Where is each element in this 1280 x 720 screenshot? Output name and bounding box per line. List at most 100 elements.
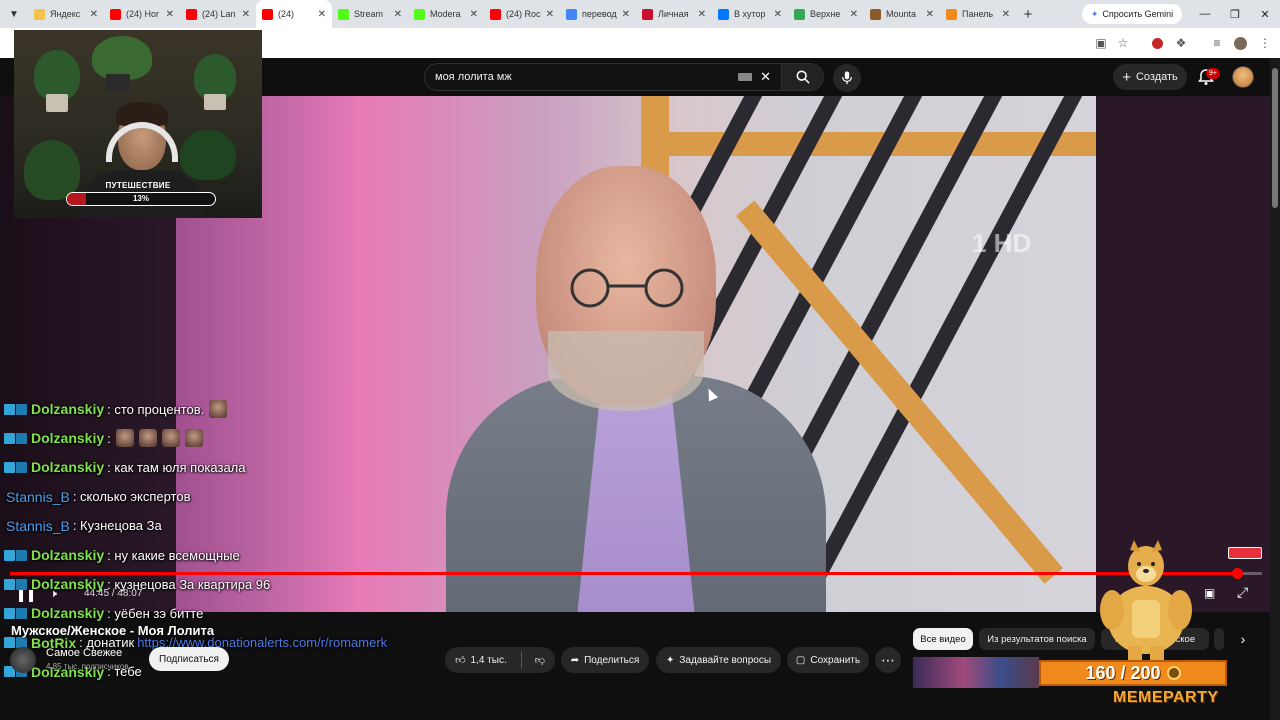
chat-badge-icon xyxy=(16,403,27,415)
channel-avatar[interactable] xyxy=(10,647,36,673)
share-button[interactable]: ➦ Поделиться xyxy=(561,647,649,673)
chat-message: Stannis_B: Кузнецова За xyxy=(4,515,162,537)
profile-avatar[interactable] xyxy=(1231,34,1249,52)
browser-tab[interactable]: Верхне ✕ xyxy=(788,0,864,28)
close-window-icon[interactable]: ✕ xyxy=(1250,0,1280,28)
tab-close-icon[interactable]: ✕ xyxy=(622,9,630,20)
chat-username[interactable]: Stannis_B xyxy=(6,518,70,534)
video-progress-bar[interactable] xyxy=(10,568,1262,579)
chat-username[interactable]: Dolzanskiy xyxy=(31,547,104,563)
ask-label: Задавайте вопросы xyxy=(679,654,772,666)
tab-close-icon[interactable]: ✕ xyxy=(546,9,554,20)
tab-title: Stream xyxy=(354,9,384,19)
browser-tab[interactable]: (24) ✕ xyxy=(256,0,332,28)
tab-close-icon[interactable]: ✕ xyxy=(698,9,706,20)
scrollbar-thumb[interactable] xyxy=(1272,68,1278,208)
tab-close-icon[interactable]: ✕ xyxy=(470,9,478,20)
tab-close-icon[interactable]: ✕ xyxy=(394,9,402,20)
ask-questions-button[interactable]: ✦ Задавайте вопросы xyxy=(656,647,781,673)
recommended-thumbnail[interactable] xyxy=(913,657,1039,688)
fullscreen-icon[interactable]: ⤢ xyxy=(1237,584,1248,601)
tab-close-icon[interactable]: ✕ xyxy=(926,9,934,20)
tab-close-icon[interactable]: ✕ xyxy=(242,9,250,20)
search-button[interactable] xyxy=(781,64,823,90)
subscribe-button[interactable]: Подписаться xyxy=(149,647,229,671)
tab-title: (24) Hor xyxy=(126,9,160,19)
chat-text: : сто процентов. xyxy=(107,401,205,417)
volume-icon[interactable]: 🕨 xyxy=(50,588,57,601)
extension-icon[interactable] xyxy=(1148,34,1166,52)
chip-search-results[interactable]: Из результатов поиска xyxy=(979,628,1095,650)
browser-tab[interactable]: В хутор ✕ xyxy=(712,0,788,28)
chip-scroll-right-icon[interactable]: › xyxy=(1232,628,1254,650)
tab-favicon-icon xyxy=(490,8,501,20)
tab-favicon-icon xyxy=(414,8,425,20)
tab-list: Яндекс ✕ (24) Hor ✕ (24) Lan ✕ (24) ✕ Stream ✕ Mod… xyxy=(28,0,1016,28)
tab-close-icon[interactable]: ✕ xyxy=(318,9,326,20)
clear-search-icon[interactable]: ✕ xyxy=(760,69,771,85)
chat-username[interactable]: Dolzanskiy xyxy=(31,459,104,475)
more-actions-button[interactable]: ⋯ xyxy=(875,647,901,673)
new-tab-button[interactable]: + xyxy=(1016,6,1040,23)
chat-message: Dolzanskiy: как там юля показала xyxy=(4,456,246,478)
chat-username[interactable]: Dolzanskiy xyxy=(31,401,104,417)
minimize-icon[interactable]: — xyxy=(1190,0,1220,28)
search-input[interactable] xyxy=(425,71,739,83)
chat-username[interactable]: Dolzanskiy xyxy=(31,605,104,621)
chip-all-videos[interactable]: Все видео xyxy=(913,628,973,650)
tab-close-icon[interactable]: ✕ xyxy=(166,9,174,20)
tab-close-icon[interactable]: ✕ xyxy=(850,9,858,20)
tab-favicon-icon xyxy=(338,8,349,20)
tab-favicon-icon xyxy=(110,8,121,20)
bookmark-star-icon[interactable]: ☆ xyxy=(1114,34,1132,52)
subtitles-icon[interactable]: ▣ xyxy=(1204,586,1215,600)
create-button[interactable]: + Создать xyxy=(1113,64,1187,90)
chat-message: Dolzanskiy: xyxy=(4,427,203,449)
tab-close-icon[interactable]: ✕ xyxy=(774,9,782,20)
browser-tab[interactable]: Modera ✕ xyxy=(408,0,484,28)
tab-title: В хутор xyxy=(734,9,766,19)
voice-search-button[interactable] xyxy=(833,64,861,92)
chat-username[interactable]: Stannis_B xyxy=(6,489,70,505)
ask-gemini-button[interactable]: ✦ Спросить Gemini xyxy=(1082,4,1182,24)
maximize-icon[interactable]: ❐ xyxy=(1220,0,1250,28)
plant xyxy=(34,50,80,100)
create-label: Создать xyxy=(1135,71,1178,83)
browser-menu-icon[interactable]: ⋮ xyxy=(1256,34,1274,52)
tab-search-chevron-icon[interactable]: ▼ xyxy=(0,0,28,28)
chip-overflow[interactable] xyxy=(1214,628,1224,650)
tab-close-icon[interactable]: ✕ xyxy=(1002,9,1010,20)
tab-close-icon[interactable]: ✕ xyxy=(90,9,98,20)
keyboard-icon[interactable] xyxy=(738,73,753,81)
save-label: Сохранить xyxy=(810,654,861,666)
browser-tab[interactable]: Mounta ✕ xyxy=(864,0,940,28)
dislike-button[interactable]: 👎︎ xyxy=(527,654,545,666)
browser-tab[interactable]: Панель ✕ xyxy=(940,0,1016,28)
browser-tab[interactable]: перевод ✕ xyxy=(560,0,636,28)
video-scrubber-handle[interactable] xyxy=(1231,568,1243,579)
chat-badge-icon xyxy=(4,637,15,649)
chat-username[interactable]: Dolzanskiy xyxy=(31,430,104,446)
browser-tab[interactable]: Личная ✕ xyxy=(636,0,712,28)
browser-tab[interactable]: Яндекс ✕ xyxy=(28,0,104,28)
like-button[interactable]: 👍︎ 1,4 тыс. xyxy=(455,651,522,669)
browser-tab[interactable]: (24) Hor ✕ xyxy=(104,0,180,28)
browser-tab[interactable]: (24) Roc ✕ xyxy=(484,0,560,28)
tab-favicon-icon xyxy=(34,8,45,20)
save-button[interactable]: ▢ Сохранить xyxy=(787,647,869,673)
like-dislike-group: 👍︎ 1,4 тыс. 👎︎ xyxy=(445,647,555,673)
memeparty-counter: 160 / 200 xyxy=(1039,660,1227,686)
tv-channel-badge xyxy=(1228,547,1262,559)
channel-name[interactable]: Самое Свежее xyxy=(46,647,122,659)
chat-badge-icon xyxy=(4,549,15,561)
extensions-puzzle-icon[interactable]: ❖ xyxy=(1172,34,1190,52)
tab-favicon-icon xyxy=(946,8,957,20)
pause-icon[interactable]: ❚❚ xyxy=(16,588,36,602)
page-scrollbar[interactable] xyxy=(1270,58,1280,720)
streamer-webcam: ПУТЕШЕСТВИЕ 13% xyxy=(14,30,262,218)
browser-tab[interactable]: Stream ✕ xyxy=(332,0,408,28)
account-avatar[interactable] xyxy=(1232,66,1254,88)
tab-search-icon[interactable]: ≡ xyxy=(1208,34,1226,52)
browser-tab[interactable]: (24) Lan ✕ xyxy=(180,0,256,28)
install-app-icon[interactable]: ▣ xyxy=(1092,34,1110,52)
